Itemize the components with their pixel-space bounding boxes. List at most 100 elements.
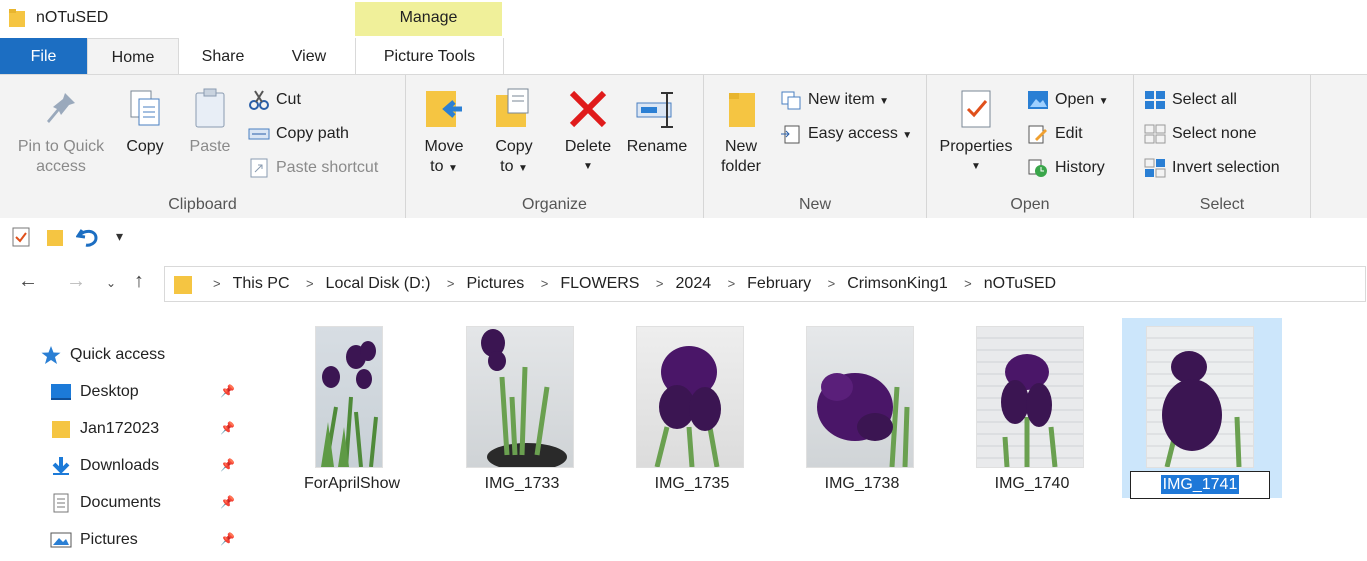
customize-toolbar-icon[interactable]: ▾ — [116, 228, 123, 245]
pin-icon[interactable]: 📌 — [220, 384, 235, 398]
properties-check-icon[interactable] — [10, 226, 32, 248]
file-tile[interactable]: ForAprilShow — [272, 318, 432, 498]
invert-selection-icon — [1144, 158, 1166, 178]
copy-to-icon — [492, 85, 536, 133]
new-folder-button[interactable]: New folder — [710, 85, 772, 177]
ribbon-tabs: File Home Share View Picture Tools — [0, 38, 1367, 76]
history-button[interactable]: History — [1027, 155, 1105, 181]
copy-to-label-2: to ▼ — [500, 158, 528, 175]
rename-button[interactable]: Rename — [622, 85, 692, 157]
up-arrow-icon[interactable]: ↑ — [134, 270, 144, 293]
move-to-label-2: to ▼ — [430, 158, 458, 175]
select-none-button[interactable]: Select none — [1144, 121, 1257, 147]
nav-item-desktop[interactable]: Desktop — [50, 377, 139, 407]
open-group: Properties ▼ Open ▼ Edit History Open — [927, 75, 1134, 218]
edit-button[interactable]: Edit — [1027, 121, 1083, 147]
properties-button[interactable]: Properties ▼ — [933, 85, 1019, 177]
copy-path-label: Copy path — [276, 125, 349, 142]
nav-item-downloads[interactable]: Downloads — [50, 451, 159, 481]
tab-share[interactable]: Share — [180, 38, 266, 74]
address-bar[interactable]: > This PC > Local Disk (D:) > Pictures > FLO… — [164, 266, 1366, 302]
image-thumbnail — [1146, 326, 1254, 468]
edit-pencil-icon — [1027, 124, 1049, 144]
pin-icon[interactable]: 📌 — [220, 532, 235, 546]
file-name: IMG_1740 — [994, 475, 1070, 492]
copy-path-button[interactable]: Copy path — [248, 121, 349, 147]
pin-icon — [39, 85, 83, 133]
file-tile[interactable]: IMG_1733 — [442, 318, 602, 498]
select-all-icon — [1144, 90, 1166, 110]
new-item-label: New item — [808, 91, 875, 108]
cut-button[interactable]: Cut — [248, 87, 301, 113]
forward-arrow-icon[interactable]: → — [66, 270, 86, 293]
pictures-icon — [50, 530, 72, 550]
pin-icon[interactable]: 📌 — [220, 458, 235, 472]
easy-access-button[interactable]: Easy access ▼ — [780, 121, 912, 147]
rename-icon — [635, 85, 679, 133]
open-button[interactable]: Open ▼ — [1027, 87, 1109, 113]
copy-button[interactable]: Copy — [118, 85, 172, 157]
file-list: ForAprilShow IMG_1733 IMG_1735 IMG_1738 … — [258, 318, 1367, 554]
tab-file[interactable]: File — [0, 38, 87, 74]
paste-label: Paste — [189, 138, 231, 155]
open-label: Open — [1055, 91, 1095, 108]
breadcrumb-item[interactable]: Pictures — [467, 275, 525, 292]
rename-selected-text: IMG_1741 — [1160, 475, 1240, 494]
edit-label: Edit — [1055, 125, 1083, 142]
file-tile[interactable]: IMG_1740 — [952, 318, 1112, 498]
image-thumbnail — [806, 326, 914, 468]
delete-dropdown-icon: ▼ — [583, 161, 593, 172]
select-none-icon — [1144, 124, 1166, 144]
pin-icon[interactable]: 📌 — [220, 495, 235, 509]
select-all-button[interactable]: Select all — [1144, 87, 1237, 113]
paste-button[interactable]: Paste — [180, 85, 240, 157]
paste-shortcut-label: Paste shortcut — [276, 159, 379, 176]
nav-item-label: Pictures — [80, 531, 138, 548]
history-icon — [1027, 158, 1049, 178]
breadcrumb-item[interactable]: Local Disk (D:) — [326, 275, 431, 292]
breadcrumb-item[interactable]: 2024 — [676, 275, 712, 292]
clipboard-icon — [188, 85, 232, 133]
new-item-button[interactable]: New item ▼ — [780, 87, 889, 113]
move-to-button[interactable]: Move to ▼ — [412, 85, 476, 179]
file-name: IMG_1738 — [824, 475, 900, 492]
breadcrumb-item[interactable]: February — [747, 275, 811, 292]
paste-shortcut-icon — [248, 158, 270, 178]
manage-context-tab[interactable]: Manage — [355, 2, 502, 36]
copy-to-button[interactable]: Copy to ▼ — [482, 85, 546, 179]
delete-button[interactable]: Delete ▼ — [556, 85, 620, 177]
invert-selection-button[interactable]: Invert selection — [1144, 155, 1280, 181]
organize-group-label: Organize — [522, 196, 587, 213]
nav-quick-access[interactable]: Quick access — [40, 340, 165, 370]
new-folder-icon[interactable] — [44, 226, 66, 248]
nav-item-pictures[interactable]: Pictures — [50, 525, 138, 555]
nav-item-jan172023[interactable]: Jan172023 — [50, 414, 159, 444]
file-tile-selected[interactable]: IMG_1741 — [1122, 318, 1282, 499]
breadcrumb-item[interactable]: nOTuSED — [984, 275, 1056, 292]
file-tile[interactable]: IMG_1738 — [782, 318, 942, 498]
file-tile[interactable]: IMG_1735 — [612, 318, 772, 498]
navigation-pane: Quick access Desktop 📌 Jan172023 📌 Downl… — [0, 330, 250, 554]
back-arrow-icon[interactable]: ← — [18, 270, 38, 293]
folder-icon — [50, 419, 72, 439]
pin-to-quick-access-button[interactable]: Pin to Quick access — [6, 85, 116, 177]
breadcrumb-item[interactable]: FLOWERS — [560, 275, 639, 292]
nav-item-documents[interactable]: Documents — [50, 488, 161, 518]
select-none-label: Select none — [1172, 125, 1257, 142]
paste-shortcut-button[interactable]: Paste shortcut — [248, 155, 378, 181]
quick-access-toolbar: ▾ — [0, 218, 1367, 258]
breadcrumb-item[interactable]: CrimsonKing1 — [847, 275, 947, 292]
breadcrumb-item[interactable]: This PC — [233, 275, 290, 292]
nav-item-label: Documents — [80, 494, 161, 511]
history-label: History — [1055, 159, 1105, 176]
nav-item-label: Downloads — [80, 457, 160, 474]
rename-input[interactable]: IMG_1741 — [1130, 471, 1270, 499]
easy-access-icon — [780, 124, 802, 144]
pin-icon[interactable]: 📌 — [220, 421, 235, 435]
tab-view[interactable]: View — [268, 38, 350, 74]
undo-icon[interactable] — [76, 226, 100, 248]
recent-locations-chevron-icon[interactable]: ⌄ — [106, 276, 116, 290]
tab-home[interactable]: Home — [87, 38, 179, 76]
tab-picture-tools[interactable]: Picture Tools — [355, 38, 504, 75]
select-group-label: Select — [1199, 196, 1245, 213]
